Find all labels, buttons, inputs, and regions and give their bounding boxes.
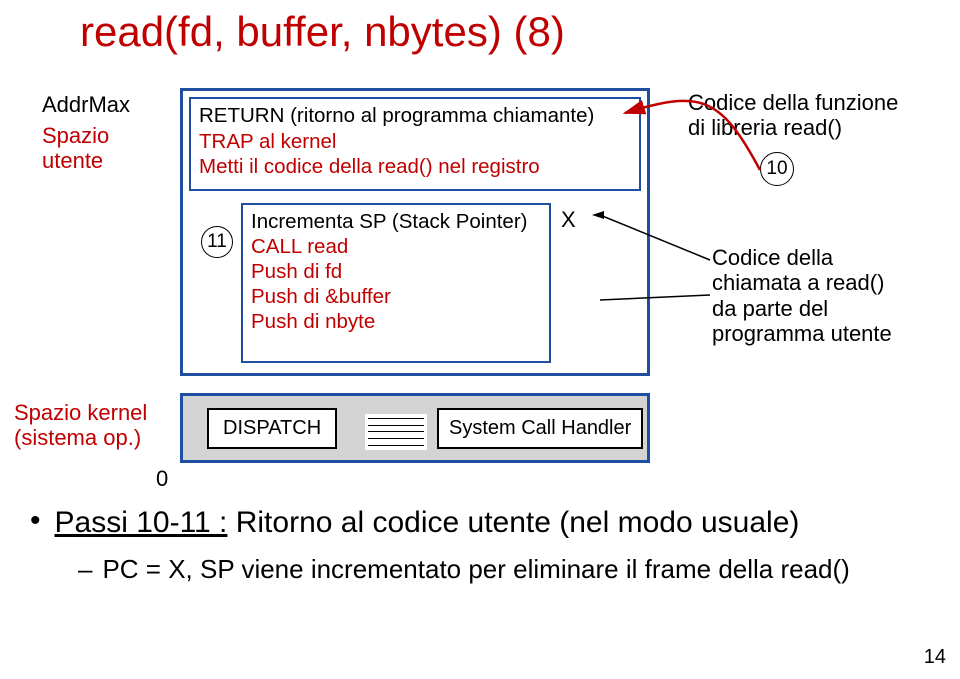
kernel-space-box: DISPATCH System Call Handler — [180, 393, 650, 463]
bullet-1-rest: Ritorno al codice utente (nel modo usual… — [227, 506, 799, 539]
label-user-space: Spazio utente — [42, 123, 109, 174]
x-marker: X — [561, 207, 576, 233]
bullet-2-text: PC = X, SP viene incrementato per elimin… — [102, 554, 849, 585]
bullet-1-label: Passi 10-11 : — [55, 506, 228, 539]
put-code-line: Metti il codice della read() nel registr… — [199, 154, 631, 180]
syscall-handler-box: System Call Handler — [437, 408, 643, 449]
bullets: • Passi 10-11 : Ritorno al codice utente… — [30, 506, 930, 585]
bullet-dot-icon: • — [30, 506, 41, 536]
dispatch-box: DISPATCH — [207, 408, 337, 449]
user-space-box: RETURN (ritorno al programma chiamante) … — [180, 88, 650, 376]
step-10-marker: 10 — [760, 152, 794, 186]
push-nbyte-line: Push di nbyte — [251, 309, 541, 334]
return-line: RETURN (ritorno al programma chiamante) — [199, 103, 631, 129]
bullet-2: – PC = X, SP viene incrementato per elim… — [78, 554, 930, 585]
caller-code-box: Incrementa SP (Stack Pointer) CALL read … — [241, 203, 551, 363]
trap-line: TRAP al kernel — [199, 129, 631, 155]
slide-title: read(fd, buffer, nbytes) (8) — [80, 8, 565, 56]
label-caller-code: Codice della chiamata a read() da parte … — [712, 245, 892, 346]
label-library-function-code: Codice della funzione di libreria read() — [688, 90, 898, 141]
label-kernel-space: Spazio kernel (sistema op.) — [14, 400, 147, 451]
push-fd-line: Push di fd — [251, 259, 541, 284]
bullet-1: • Passi 10-11 : Ritorno al codice utente… — [30, 506, 930, 540]
label-addr-max: AddrMax — [42, 92, 130, 118]
call-read-line: CALL read — [251, 234, 541, 259]
dispatch-table-icon — [365, 414, 427, 450]
dash-icon: – — [78, 554, 92, 585]
page-number: 14 — [924, 646, 946, 669]
push-buffer-line: Push di &buffer — [251, 284, 541, 309]
increment-sp-line: Incrementa SP (Stack Pointer) — [251, 209, 541, 234]
library-code-box: RETURN (ritorno al programma chiamante) … — [189, 97, 641, 191]
step-11-marker: 11 — [201, 226, 233, 258]
label-addr-zero: 0 — [156, 466, 168, 492]
